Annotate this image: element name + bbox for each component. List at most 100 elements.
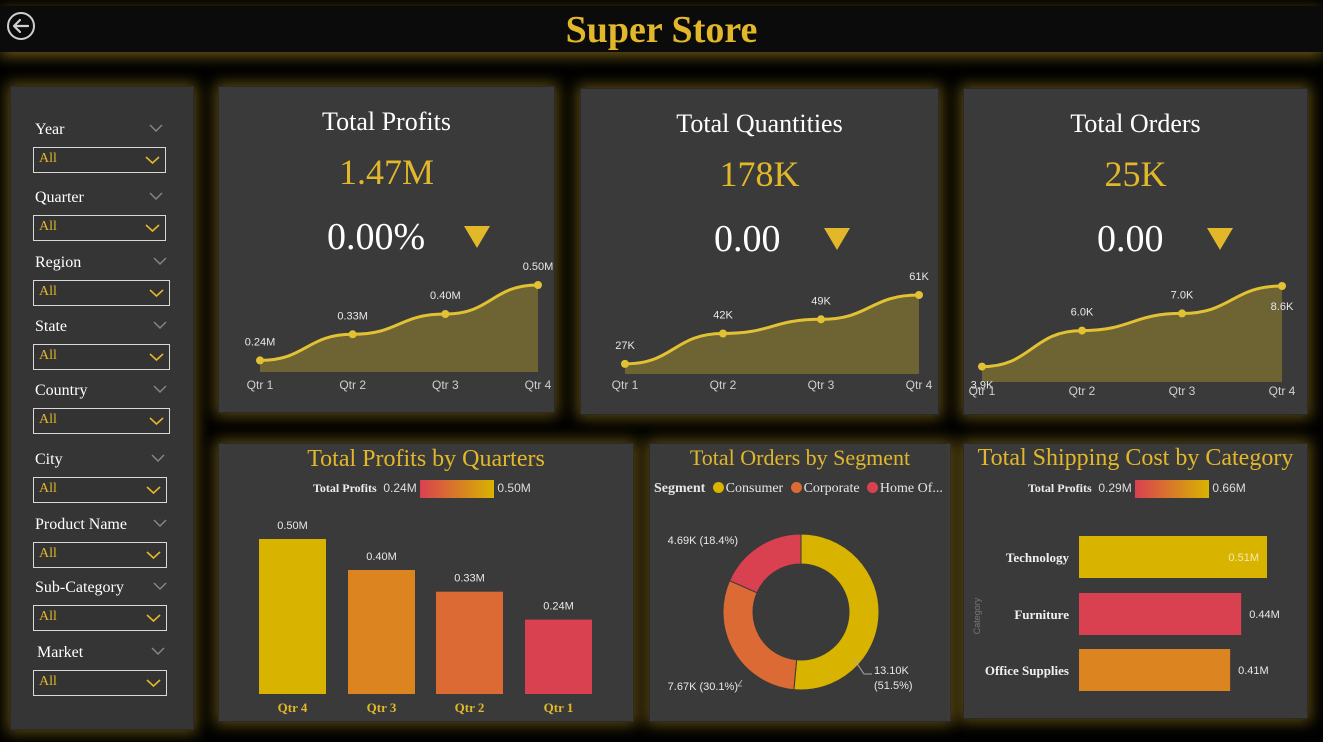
area-fill <box>982 286 1282 382</box>
sub-category-dropdown[interactable]: All <box>33 605 167 631</box>
data-label: 0.40M <box>430 290 461 302</box>
area-fill <box>625 295 919 374</box>
donut-slice <box>722 580 798 691</box>
data-label: 8.6K <box>1271 301 1294 313</box>
data-point <box>1078 326 1086 335</box>
filter-label: Quarter <box>35 189 84 206</box>
dropdown-value: All <box>39 284 57 299</box>
data-point <box>1278 282 1286 290</box>
data-label: 7.0K <box>1171 289 1194 301</box>
y-tick-label: Technology <box>1006 550 1070 565</box>
data-point <box>719 329 727 338</box>
chevron-down-icon[interactable] <box>149 191 163 201</box>
x-tick-label: Qtr 1 <box>544 700 574 715</box>
bar <box>259 539 326 694</box>
data-point <box>441 310 450 318</box>
chevron-down-icon[interactable] <box>153 518 167 528</box>
data-label: 0.50M <box>523 261 554 273</box>
slice-label: (51.5%) <box>874 680 913 692</box>
orders-by-segment-panel: Total Orders by Segment Segment Consumer… <box>649 443 951 722</box>
chevron-down-icon <box>146 614 161 623</box>
data-label: 42K <box>713 309 733 321</box>
state-dropdown[interactable]: All <box>33 344 170 370</box>
x-tick-label: Qtr 2 <box>710 378 737 392</box>
kpi-card-total-quantities: Total Quantities 178K 0.00 27K Qtr 1 42K Qt… <box>580 88 939 415</box>
filter-label: City <box>35 451 63 468</box>
market-dropdown[interactable]: All <box>33 670 167 696</box>
x-tick-label: Qtr 4 <box>278 700 308 715</box>
filter-label: State <box>35 318 67 335</box>
bar <box>436 591 503 694</box>
filter-label: Market <box>37 644 84 661</box>
slice-label: 4.69K (18.4%) <box>668 535 738 547</box>
x-tick-label: Qtr 4 <box>906 378 933 392</box>
dropdown-value: All <box>39 219 57 234</box>
dropdown-value: All <box>39 674 57 689</box>
city-dropdown[interactable]: All <box>33 477 167 503</box>
profits-bar-chart: 0.50M Qtr 4 0.40M Qtr 3 0.33M Qtr 2 0.24M Qtr 1 <box>259 520 592 715</box>
data-point <box>1178 309 1186 318</box>
chevron-down-icon[interactable] <box>151 453 165 463</box>
shipping-by-category-panel: Total Shipping Cost by Category Total Pr… <box>963 443 1308 719</box>
dropdown-value: All <box>39 546 57 561</box>
dropdown-value: All <box>39 151 57 166</box>
hbar <box>1079 593 1242 635</box>
data-point <box>978 362 986 371</box>
filter-label: Region <box>35 254 82 271</box>
y-axis-label: Category <box>972 597 982 634</box>
bar-value-label: 0.51M <box>1228 552 1259 564</box>
chevron-down-icon[interactable] <box>151 646 165 656</box>
donut-slice <box>793 533 880 691</box>
bar-value-label: 0.40M <box>366 551 397 563</box>
filter-label: Year <box>35 121 65 138</box>
kpi-card-total-orders: Total Orders 25K 0.00 3.9K Qtr 1 6.0K Qtr 2… <box>963 88 1308 415</box>
country-dropdown[interactable]: All <box>33 408 170 434</box>
slice-label: 13.10K <box>874 665 910 677</box>
x-tick-label: Qtr 1 <box>612 378 639 392</box>
x-tick-label: Qtr 4 <box>1269 384 1296 398</box>
chevron-down-icon <box>146 486 161 495</box>
dropdown-value: All <box>39 412 57 427</box>
data-point <box>915 291 923 299</box>
region-dropdown[interactable]: All <box>33 280 170 306</box>
bar-value-label: 0.24M <box>543 601 574 613</box>
x-tick-label: Qtr 3 <box>808 378 835 392</box>
data-label: 61K <box>909 271 929 283</box>
data-label: 49K <box>811 295 831 307</box>
year-dropdown[interactable]: All <box>33 147 166 173</box>
data-point <box>534 281 542 289</box>
category-hbar-chart: Category Technology 0.51M Furniture 0.44M Off… <box>972 536 1280 691</box>
data-point <box>348 330 357 339</box>
bar-value-label: 0.41M <box>1238 665 1269 677</box>
filter-label: Product Name <box>35 516 127 533</box>
bar <box>525 619 592 694</box>
quarter-dropdown[interactable]: All <box>33 215 166 241</box>
chevron-down-icon[interactable] <box>153 256 167 266</box>
data-point <box>817 315 825 324</box>
page-title: Super Store <box>565 9 758 51</box>
chevron-down-icon <box>149 353 164 362</box>
x-tick-label: Qtr 1 <box>247 378 274 392</box>
profits-by-quarters-panel: Total Profits by Quarters Total Profits … <box>218 443 634 722</box>
chevron-down-icon[interactable] <box>153 384 167 394</box>
product-name-dropdown[interactable]: All <box>33 542 167 568</box>
slice-label: 7.67K (30.1%) <box>668 681 738 693</box>
data-label: 6.0K <box>1071 307 1094 319</box>
chevron-down-icon <box>145 224 160 233</box>
dropdown-value: All <box>39 609 57 624</box>
chevron-down-icon[interactable] <box>153 581 167 591</box>
x-tick-label: Qtr 2 <box>339 378 366 392</box>
donut-slice <box>728 533 802 594</box>
chevron-down-icon[interactable] <box>153 320 167 330</box>
x-tick-label: Qtr 1 <box>969 384 996 398</box>
kpi-card-total-profits: Total Profits 1.47M 0.00% 0.24M Qtr 1 0.33… <box>218 86 555 413</box>
x-tick-label: Qtr 4 <box>525 378 552 392</box>
data-label: 27K <box>615 340 635 352</box>
chevron-down-icon <box>146 551 161 560</box>
dropdown-value: All <box>39 348 57 363</box>
dropdown-value: All <box>39 481 57 496</box>
x-tick-label: Qtr 2 <box>1069 384 1096 398</box>
leader-line <box>737 679 743 687</box>
chevron-down-icon[interactable] <box>149 123 163 133</box>
orders-sparkline: 3.9KQtr 16.0KQtr 27.0KQtr 38.6KQtr 4 <box>969 282 1296 398</box>
